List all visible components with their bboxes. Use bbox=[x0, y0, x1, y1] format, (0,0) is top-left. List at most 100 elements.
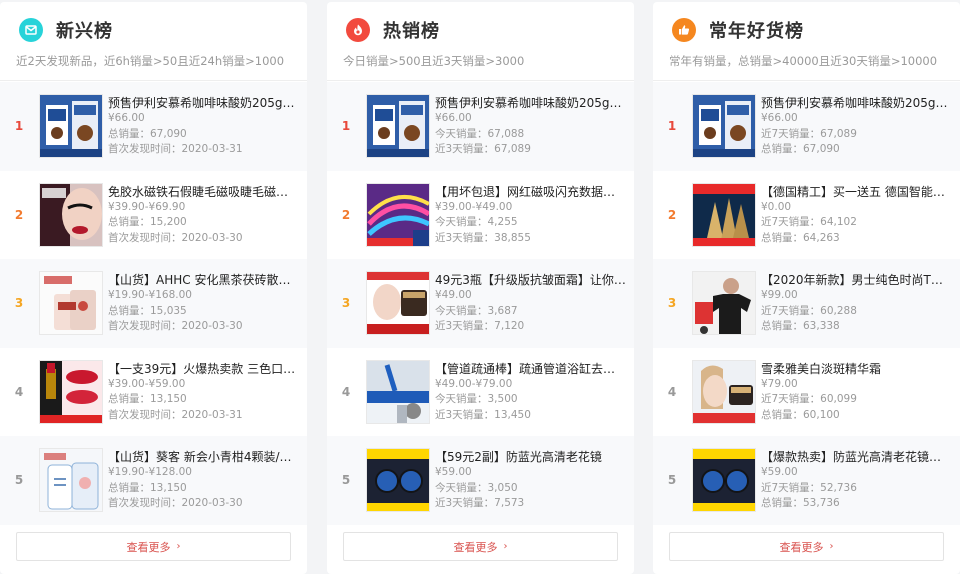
panel-header: 新兴榜 近2天发现新品，近6h销量>50且近24h销量>1000 bbox=[0, 2, 307, 81]
product-title[interactable]: 预售伊利安慕希咖啡味酸奶205g*12盒 bbox=[108, 95, 299, 111]
tshirt-product-image[interactable] bbox=[692, 271, 756, 335]
product-title[interactable]: 【德国精工】买一送五 德国智能6刀头剃须刀 bbox=[761, 184, 952, 200]
product-info: 【山货】AHHC 安化黑茶茯砖散茶礼盒 ¥19.90-¥168.00 总销量：15,… bbox=[108, 272, 299, 335]
product-price: ¥49.00-¥79.00 bbox=[435, 377, 513, 390]
whitening-cream-product-image[interactable] bbox=[692, 359, 756, 424]
product-stat: 总销量：13,150 bbox=[108, 393, 187, 405]
product-price: ¥66.00 bbox=[108, 112, 145, 124]
product-title[interactable]: 预售伊利安慕希咖啡味酸奶205g*12盒 bbox=[435, 95, 626, 111]
product-row[interactable]: 5 【爆款热卖】防蓝光高清老花镜，远近两用¥59.00 近7天销量：52,736 总销… bbox=[653, 436, 960, 525]
view-more-label: 查看更多 bbox=[779, 540, 824, 554]
view-more-button[interactable]: 查看更多 › bbox=[343, 532, 618, 561]
cream-product-image[interactable] bbox=[366, 271, 430, 335]
reading-glasses-product-image[interactable] bbox=[366, 448, 430, 512]
product-stat: 今天销量：3,687 bbox=[435, 304, 518, 317]
product-title[interactable]: 雪柔雅美白淡斑精华霜 bbox=[761, 361, 952, 377]
rank-number: 4 bbox=[14, 384, 24, 399]
product-title[interactable]: 49元3瓶【升级版抗皱面霜】让你年轻 bbox=[435, 272, 626, 288]
product-row[interactable]: 4 【一支39元】火爆热卖款 三色口红套装 ¥39.00-¥59.00 总销量：13,… bbox=[0, 348, 307, 437]
rank-number: 4 bbox=[667, 384, 677, 399]
pipe-cleaner-product-image[interactable] bbox=[366, 359, 430, 424]
eyelash-product-image[interactable] bbox=[39, 182, 103, 247]
product-title[interactable]: 预售伊利安慕希咖啡味酸奶205g*12盒 bbox=[761, 95, 952, 111]
product-price: ¥19.90-¥128.00 bbox=[108, 466, 192, 478]
product-row[interactable]: 2 【德国精工】买一送五 德国智能6刀头剃须刀¥0.00 近7天销量：64,102 总… bbox=[653, 171, 960, 260]
product-info: 雪柔雅美白淡斑精华霜 ¥79.00 近7天销量：60,099 总销量：60,100 bbox=[761, 361, 952, 424]
product-stat: 总销量：67,090 bbox=[761, 143, 840, 155]
product-title[interactable]: 【用坏包退】网红磁吸闪充数据线 三合一 bbox=[435, 184, 626, 200]
product-row[interactable]: 3 【山货】AHHC 安化黑茶茯砖散茶礼盒 ¥19.90-¥168.00 总销量：15… bbox=[0, 259, 307, 348]
product-row[interactable]: 3 49元3瓶【升级版抗皱面霜】让你年轻 ¥49.00 今天销量：3,687 近3天销量… bbox=[327, 259, 634, 348]
citrus-tea-product-image[interactable] bbox=[39, 448, 103, 512]
product-stat: 今天销量：4,255 bbox=[435, 216, 518, 228]
product-price: ¥66.00 bbox=[761, 112, 798, 124]
product-row[interactable]: 1 预售伊利安慕希咖啡味酸奶205g*12盒 ¥66.00 总销量：67,090 首次发… bbox=[0, 82, 307, 171]
product-row[interactable]: 1 预售伊利安慕希咖啡味酸奶205g*12盒 ¥66.00 近7天销量：67,089 总… bbox=[653, 82, 960, 171]
product-price: ¥39.00-¥59.00 bbox=[108, 377, 186, 390]
mail-icon bbox=[19, 18, 43, 42]
product-title[interactable]: 【山货】AHHC 安化黑茶茯砖散茶礼盒 bbox=[108, 272, 299, 288]
product-price: ¥39.90-¥69.90 bbox=[108, 200, 186, 213]
product-price: ¥49.00 bbox=[435, 289, 472, 301]
view-more-label: 查看更多 bbox=[453, 540, 498, 554]
product-info: 【爆款热卖】防蓝光高清老花镜，远近两用¥59.00 近7天销量：52,736 总销量… bbox=[761, 449, 952, 512]
product-title[interactable]: 【59元2副】防蓝光高清老花镜 bbox=[435, 449, 626, 465]
product-stat: 近7天销量：52,736 bbox=[761, 481, 857, 494]
product-info: 【用坏包退】网红磁吸闪充数据线 三合一¥39.00-¥49.00 今天销量：4,2… bbox=[435, 184, 626, 247]
product-title[interactable]: 【管道疏通棒】疏通管道浴缸去污神器 bbox=[435, 361, 626, 377]
yogurt-product-image[interactable] bbox=[692, 94, 756, 158]
product-title[interactable]: 【2020年新款】男士纯色时尚T恤短袖 bbox=[761, 272, 952, 288]
product-title[interactable]: 【爆款热卖】防蓝光高清老花镜，远近两用 bbox=[761, 449, 952, 465]
product-row[interactable]: 2 免胶水磁铁石假睫毛磁吸睫毛磁性假睫毛¥39.90-¥69.90 总销量：15,2… bbox=[0, 171, 307, 260]
chevron-right-icon: › bbox=[829, 541, 834, 552]
product-row[interactable]: 3 【2020年新款】男士纯色时尚T恤短袖 ¥99.00 近7天销量：60,288 总销… bbox=[653, 259, 960, 348]
product-stat: 近7天销量：60,288 bbox=[761, 304, 857, 317]
product-info: 【59元2副】防蓝光高清老花镜 ¥59.00 今天销量：3,050 近3天销量：7,5… bbox=[435, 449, 626, 512]
razor-product-image[interactable] bbox=[692, 182, 756, 247]
product-stat: 首次发现时间：2020-03-30 bbox=[108, 497, 243, 509]
product-stat: 首次发现时间：2020-03-31 bbox=[108, 143, 243, 155]
product-info: 【一支39元】火爆热卖款 三色口红套装 ¥39.00-¥59.00 总销量：13,1… bbox=[108, 361, 299, 424]
product-stat: 总销量：63,338 bbox=[761, 320, 840, 332]
chevron-right-icon: › bbox=[503, 541, 508, 552]
product-row[interactable]: 5 【59元2副】防蓝光高清老花镜 ¥59.00 今天销量：3,050 近3天销量：7,… bbox=[327, 436, 634, 525]
rank-number: 2 bbox=[14, 207, 24, 222]
product-title[interactable]: 免胶水磁铁石假睫毛磁吸睫毛磁性假睫毛 bbox=[108, 184, 299, 200]
product-stat: 今天销量：3,500 bbox=[435, 393, 518, 405]
product-row[interactable]: 4 【管道疏通棒】疏通管道浴缸去污神器 ¥49.00-¥79.00 今天销量：3,50… bbox=[327, 348, 634, 437]
tea-product-image[interactable] bbox=[39, 271, 103, 335]
product-price: ¥66.00 bbox=[435, 112, 472, 124]
flame-icon bbox=[346, 18, 370, 42]
view-more-button[interactable]: 查看更多 › bbox=[16, 532, 291, 561]
product-info: 预售伊利安慕希咖啡味酸奶205g*12盒 ¥66.00 近7天销量：67,089 总销… bbox=[761, 95, 952, 158]
rank-number: 1 bbox=[341, 119, 351, 133]
cable-product-image[interactable] bbox=[366, 182, 430, 247]
product-row[interactable]: 5 【山货】葵客 新会小青柑4颗装/250g ¥19.90-¥128.00 总销量：1… bbox=[0, 436, 307, 525]
lipstick-product-image[interactable] bbox=[39, 359, 103, 424]
product-stat: 总销量：15,035 bbox=[108, 304, 187, 317]
product-info: 【山货】葵客 新会小青柑4颗装/250g ¥19.90-¥128.00 总销量：13… bbox=[108, 449, 299, 512]
product-price: ¥59.00 bbox=[761, 466, 798, 478]
product-info: 【2020年新款】男士纯色时尚T恤短袖 ¥99.00 近7天销量：60,288 总销量… bbox=[761, 272, 952, 335]
product-title[interactable]: 【一支39元】火爆热卖款 三色口红套装 bbox=[108, 361, 299, 377]
product-price: ¥59.00 bbox=[435, 466, 472, 478]
product-price: ¥0.00 bbox=[761, 200, 792, 213]
product-stat: 近3天销量：67,089 bbox=[435, 143, 531, 155]
view-more-button[interactable]: 查看更多 › bbox=[669, 532, 944, 561]
product-stat: 首次发现时间：2020-03-31 bbox=[108, 408, 243, 421]
product-list: 1 预售伊利安慕希咖啡味酸奶205g*12盒 ¥66.00 总销量：67,090 首次发… bbox=[0, 82, 307, 525]
product-row[interactable]: 4 雪柔雅美白淡斑精华霜 ¥79.00 近7天销量：60,099 总销量：60,100 bbox=[653, 348, 960, 437]
reading-glasses-product-image[interactable] bbox=[692, 448, 756, 512]
yogurt-product-image[interactable] bbox=[366, 94, 430, 158]
product-stat: 今天销量：67,088 bbox=[435, 127, 525, 140]
ranking-panel-hot: 热销榜 今日销量>500且近3天销量>3000 1 预售伊利安慕希咖啡味酸奶205… bbox=[327, 2, 634, 574]
product-stat: 总销量：60,100 bbox=[761, 408, 840, 421]
rank-number: 1 bbox=[667, 119, 677, 133]
product-stat: 总销量：67,090 bbox=[108, 127, 187, 140]
product-row[interactable]: 2 【用坏包退】网红磁吸闪充数据线 三合一¥39.00-¥49.00 今天销量：4,… bbox=[327, 171, 634, 260]
product-list: 1 预售伊利安慕希咖啡味酸奶205g*12盒 ¥66.00 今天销量：67,088 近3… bbox=[327, 82, 634, 525]
product-stat: 近7天销量：64,102 bbox=[761, 216, 857, 228]
yogurt-product-image[interactable] bbox=[39, 94, 103, 158]
product-row[interactable]: 1 预售伊利安慕希咖啡味酸奶205g*12盒 ¥66.00 今天销量：67,088 近3… bbox=[327, 82, 634, 171]
product-title[interactable]: 【山货】葵客 新会小青柑4颗装/250g bbox=[108, 449, 299, 465]
